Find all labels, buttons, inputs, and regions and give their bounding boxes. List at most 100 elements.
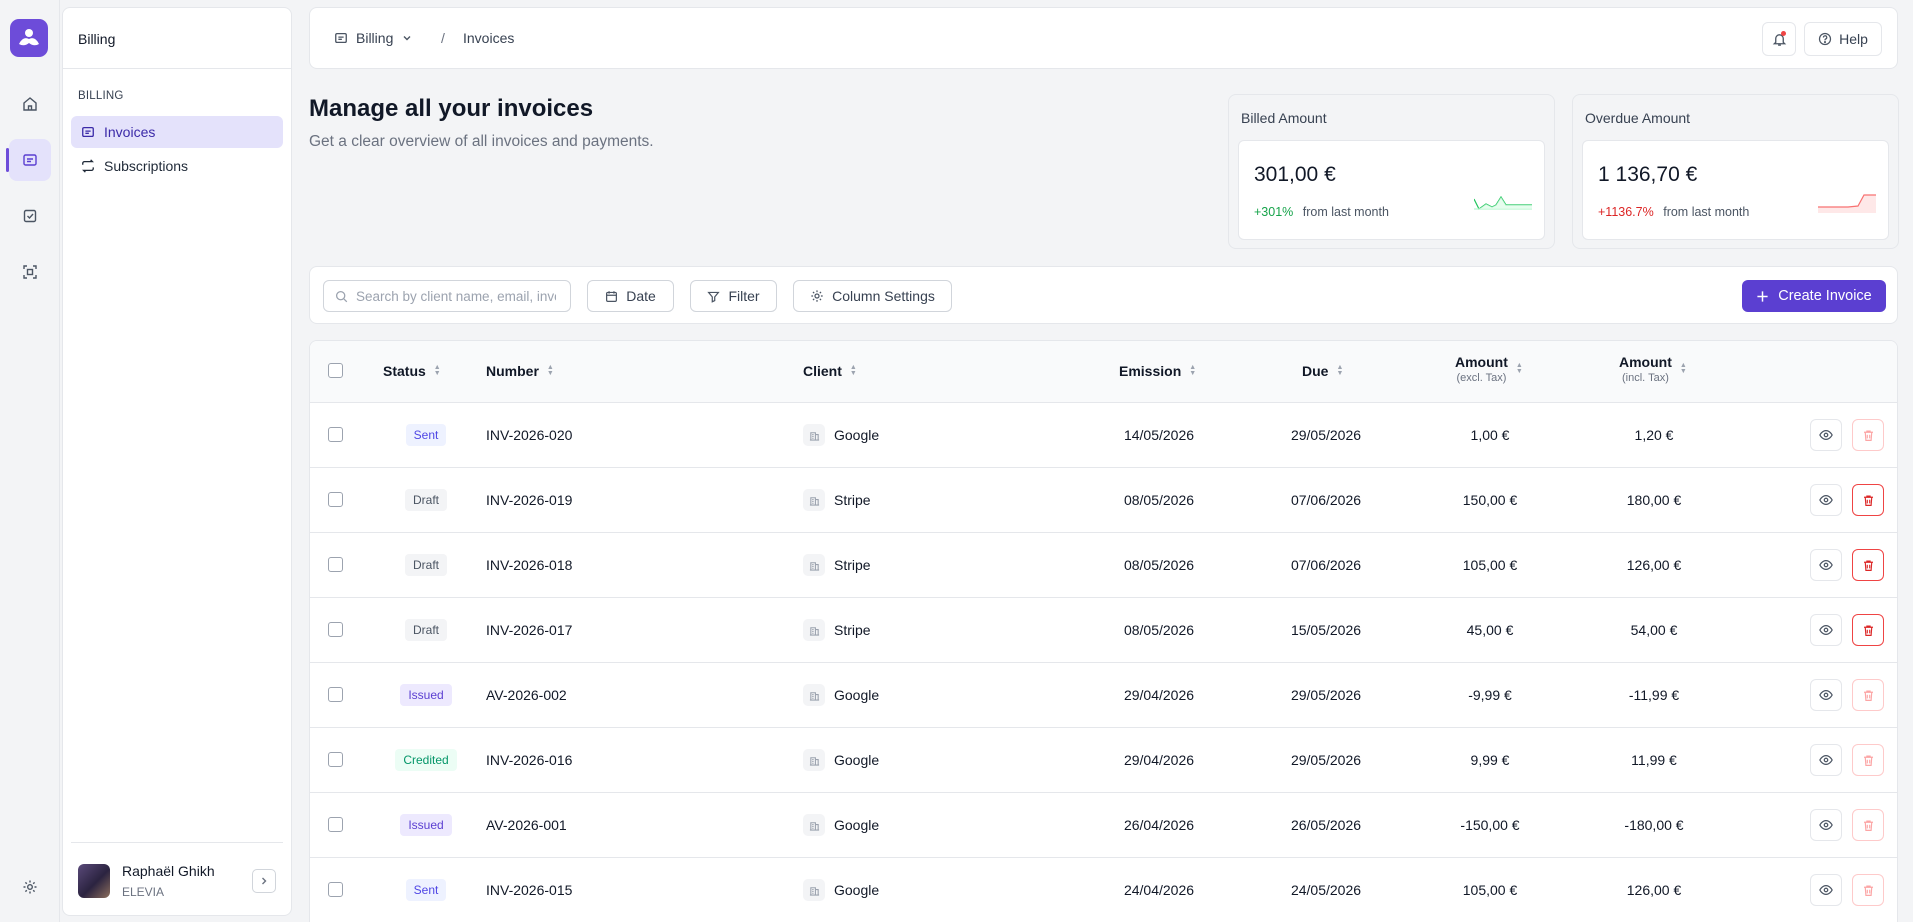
invoice-number[interactable]: INV-2026-017	[486, 598, 572, 662]
filter-label: Filter	[728, 288, 760, 304]
delete-button[interactable]	[1852, 744, 1884, 776]
invoice-number[interactable]: INV-2026-015	[486, 858, 572, 922]
notifications-button[interactable]	[1762, 22, 1796, 56]
app-logo-icon[interactable]	[10, 19, 48, 57]
invoice-number[interactable]: INV-2026-019	[486, 468, 572, 532]
column-header-due[interactable]: Due ▲ ▼	[1302, 363, 1343, 379]
view-button[interactable]	[1810, 744, 1842, 776]
amount-excl-tax: 105,00 €	[1462, 882, 1518, 898]
table-row[interactable]: Draft INV-2026-018 Stripe 08/05/2026 07/…	[310, 533, 1897, 598]
column-header-number[interactable]: Number ▲ ▼	[486, 363, 554, 379]
scan-icon[interactable]	[9, 251, 51, 293]
row-checkbox[interactable]	[328, 427, 343, 442]
view-button[interactable]	[1810, 484, 1842, 516]
search-box[interactable]	[323, 280, 571, 312]
sidebar-item-subscriptions[interactable]: Subscriptions	[71, 150, 283, 182]
chevron-right-icon[interactable]	[252, 869, 276, 893]
avatar[interactable]	[78, 864, 110, 898]
sort-icon: ▲ ▼	[1679, 362, 1687, 375]
home-icon[interactable]	[9, 83, 51, 125]
table-row[interactable]: Draft INV-2026-019 Stripe 08/05/2026 07/…	[310, 468, 1897, 533]
column-header-status[interactable]: Status ▲ ▼	[383, 363, 441, 379]
header-sublabel: (incl. Tax)	[1622, 372, 1669, 384]
table-row[interactable]: Sent INV-2026-015 Google 24/04/2026 24/0…	[310, 858, 1897, 922]
delete-button[interactable]	[1852, 614, 1884, 646]
help-circle-icon	[1818, 32, 1832, 46]
view-button[interactable]	[1810, 614, 1842, 646]
column-header-emission[interactable]: Emission ▲ ▼	[1119, 363, 1196, 379]
date-button[interactable]: Date	[587, 280, 674, 312]
view-button[interactable]	[1810, 419, 1842, 451]
stat-delta-percent: +301%	[1254, 205, 1294, 219]
client-cell: Google	[803, 403, 879, 467]
client-cell: Google	[803, 858, 879, 922]
eye-icon	[1819, 430, 1833, 440]
amount-incl-tax: 126,00 €	[1626, 882, 1682, 898]
select-all-checkbox[interactable]	[328, 363, 343, 378]
due-date: 24/05/2026	[1290, 882, 1362, 898]
sidebar-title: Billing	[78, 31, 116, 47]
create-invoice-label: Create Invoice	[1778, 288, 1872, 304]
trash-icon	[1863, 494, 1873, 506]
delete-button[interactable]	[1852, 679, 1884, 711]
row-checkbox[interactable]	[328, 492, 343, 507]
header-stack: Amount (incl. Tax)	[1619, 354, 1672, 384]
row-checkbox[interactable]	[328, 622, 343, 637]
table-row[interactable]: Issued AV-2026-002 Google 29/04/2026 29/…	[310, 663, 1897, 728]
row-checkbox[interactable]	[328, 687, 343, 702]
due-date: 07/06/2026	[1290, 492, 1362, 508]
amount-incl-tax: -11,99 €	[1628, 687, 1680, 703]
view-button[interactable]	[1810, 874, 1842, 906]
invoice-number[interactable]: AV-2026-001	[486, 793, 567, 857]
create-invoice-button[interactable]: Create Invoice	[1742, 280, 1886, 312]
header-bar: Billing / Invoices Help	[309, 7, 1898, 69]
delete-button[interactable]	[1852, 484, 1884, 516]
table-row[interactable]: Draft INV-2026-017 Stripe 08/05/2026 15/…	[310, 598, 1897, 663]
sparkline-chart	[1818, 194, 1876, 213]
column-header-amount-incl[interactable]: Amount (incl. Tax) ▲ ▼	[1619, 354, 1687, 384]
row-checkbox[interactable]	[328, 557, 343, 572]
client-name: Stripe	[834, 622, 871, 638]
delete-button[interactable]	[1852, 874, 1884, 906]
stat-delta-label: from last month	[1302, 205, 1389, 219]
settings-gear-icon[interactable]	[9, 866, 51, 908]
table-header: Status ▲ ▼ Number ▲ ▼ Client ▲ ▼ Emission ▲…	[310, 341, 1897, 403]
table-row[interactable]: Credited INV-2026-016 Google 29/04/2026 …	[310, 728, 1897, 793]
billing-icon[interactable]	[9, 139, 51, 181]
building-icon	[803, 814, 825, 836]
row-checkbox[interactable]	[328, 752, 343, 767]
row-checkbox[interactable]	[328, 882, 343, 897]
delete-button[interactable]	[1852, 419, 1884, 451]
search-input[interactable]	[356, 288, 556, 304]
view-button[interactable]	[1810, 809, 1842, 841]
status-badge: Draft	[404, 619, 447, 641]
sidebar-item-invoices[interactable]: Invoices	[71, 116, 283, 148]
invoice-number[interactable]: INV-2026-016	[486, 728, 572, 792]
status-badge: Issued	[400, 814, 452, 836]
column-header-amount-excl[interactable]: Amount (excl. Tax) ▲ ▼	[1455, 354, 1523, 384]
stat-billed-amount: Billed Amount 301,00 € +301% from last m…	[1228, 94, 1555, 249]
help-button[interactable]: Help	[1804, 22, 1882, 56]
emission-date: 29/04/2026	[1123, 752, 1195, 768]
view-button[interactable]	[1810, 679, 1842, 711]
invoice-number[interactable]: INV-2026-020	[486, 403, 572, 467]
table-row[interactable]: Sent INV-2026-020 Google 14/05/2026 29/0…	[310, 403, 1897, 468]
stat-value: 1 136,70 €	[1598, 163, 1698, 186]
invoice-number[interactable]: INV-2026-018	[486, 533, 572, 597]
sidebar-section-label: BILLING	[78, 90, 124, 102]
table-row[interactable]: Issued AV-2026-001 Google 26/04/2026 26/…	[310, 793, 1897, 858]
column-settings-button[interactable]: Column Settings	[793, 280, 952, 312]
stat-card: 301,00 € +301% from last month	[1238, 140, 1545, 240]
building-icon	[803, 424, 825, 446]
breadcrumb-billing[interactable]: Billing	[334, 30, 413, 46]
delete-button[interactable]	[1852, 809, 1884, 841]
row-checkbox[interactable]	[328, 817, 343, 832]
invoice-number[interactable]: AV-2026-002	[486, 663, 567, 727]
view-button[interactable]	[1810, 549, 1842, 581]
column-header-client[interactable]: Client ▲ ▼	[803, 363, 857, 379]
filter-button[interactable]: Filter	[690, 280, 777, 312]
tasks-icon[interactable]	[9, 195, 51, 237]
delete-button[interactable]	[1852, 549, 1884, 581]
client-name: Google	[834, 752, 880, 768]
amount-excl-tax: -9,99 €	[1468, 687, 1512, 703]
